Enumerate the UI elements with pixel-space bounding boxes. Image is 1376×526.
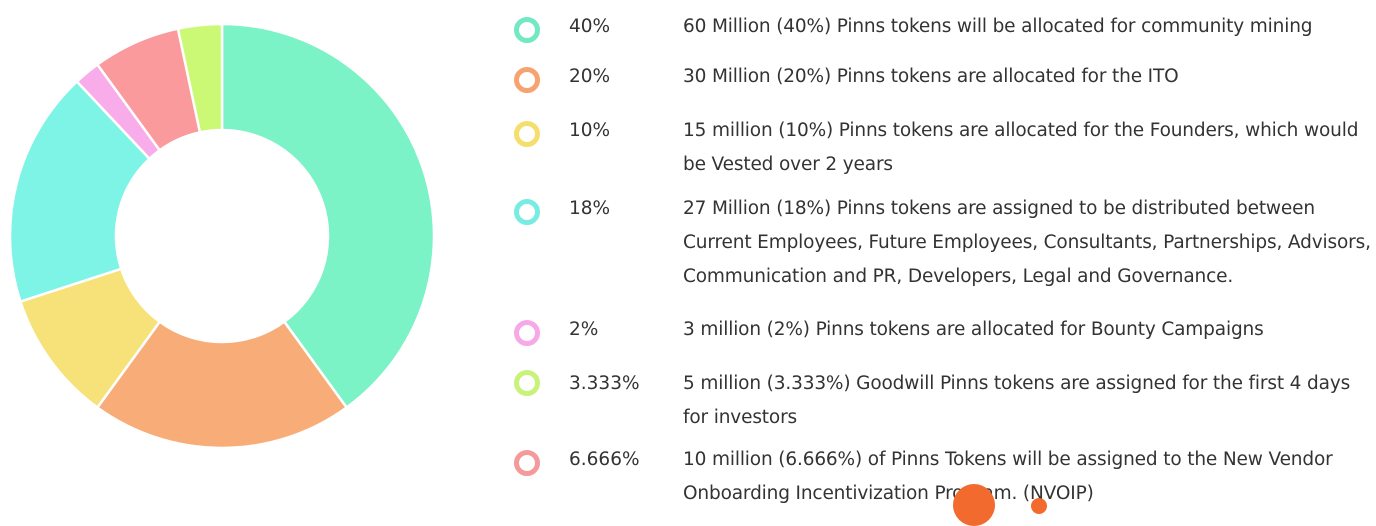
legend-percent: 2% — [569, 319, 599, 340]
donut-slices — [8, 22, 436, 450]
legend-percent: 3.333% — [569, 373, 640, 394]
orange-blob-small — [1031, 498, 1047, 514]
legend-ring-icon — [514, 121, 540, 147]
legend-ring-icon — [514, 17, 540, 43]
legend-percent: 40% — [569, 16, 611, 37]
legend-description: 3 million (2%) Pinns tokens are allocate… — [683, 319, 1264, 340]
legend-ring-icon — [514, 370, 540, 396]
legend-description: 15 million (10%) Pinns tokens are alloca… — [683, 120, 1359, 175]
legend-ring-icon — [514, 67, 540, 93]
legend-percent: 18% — [569, 198, 611, 219]
legend-ring-icon — [514, 199, 540, 225]
orange-blob-large — [953, 484, 995, 526]
legend-description: 27 Million (18%) Pinns tokens are assign… — [683, 198, 1371, 287]
legend-description: 30 Million (20%) Pinns tokens are alloca… — [683, 66, 1179, 87]
legend-percent: 20% — [569, 66, 611, 87]
legend-percent: 10% — [569, 120, 611, 141]
legend-description: 10 million (6.666%) of Pinns Tokens will… — [683, 449, 1333, 504]
legend-percent: 6.666% — [569, 449, 640, 470]
legend-ring-icon — [514, 450, 540, 476]
legend-ring-icon — [514, 320, 540, 346]
donut-chart — [8, 22, 436, 450]
legend-description: 60 Million (40%) Pinns tokens will be al… — [683, 16, 1313, 37]
legend-description: 5 million (3.333%) Goodwill Pinns tokens… — [683, 373, 1351, 428]
